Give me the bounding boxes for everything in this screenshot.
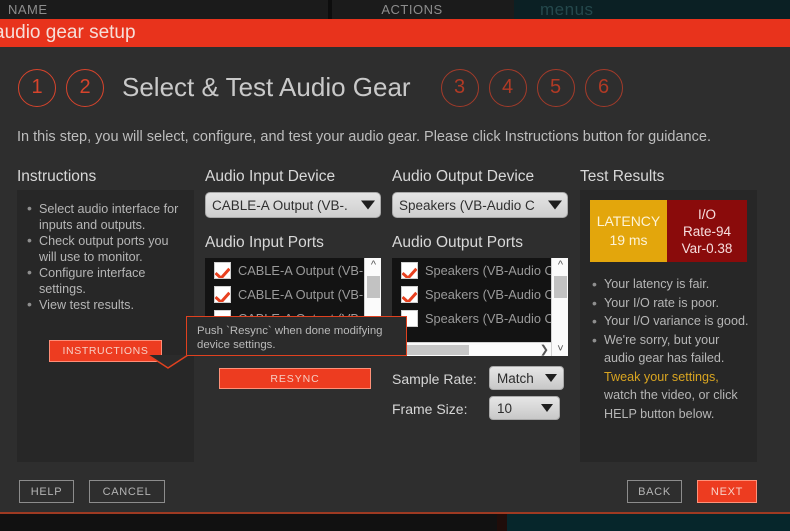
scroll-down-icon[interactable]: ˅: [552, 342, 568, 356]
scroll-up-icon[interactable]: ^: [365, 258, 381, 272]
instructions-heading: Instructions: [17, 168, 96, 186]
resync-button[interactable]: RESYNC: [219, 368, 371, 389]
footer-divider-2: [497, 514, 507, 531]
list-item: Your latency is fair.: [590, 275, 750, 294]
instructions-button[interactable]: INSTRUCTIONS: [49, 340, 162, 362]
list-item[interactable]: CABLE-A Output (VB-: [205, 282, 381, 306]
audio-output-device-value: Speakers (VB-Audio C: [399, 198, 535, 213]
port-label: Speakers (VB-Audio C: [425, 287, 554, 302]
help-button[interactable]: HELP: [19, 480, 74, 503]
back-button[interactable]: BACK: [627, 480, 682, 503]
test-results-list: Your latency is fair. Your I/O rate is p…: [590, 275, 750, 423]
step-circle-3[interactable]: 3: [441, 69, 479, 107]
scrollbar-thumb[interactable]: [397, 345, 469, 355]
audio-gear-setup-window: NAME ACTIONS menus audio gear setup 1 2 …: [0, 0, 790, 531]
list-item: Check output ports you will use to monit…: [25, 234, 184, 265]
checkbox-checked-icon[interactable]: [214, 286, 231, 303]
audio-input-device-select[interactable]: CABLE-A Output (VB-.: [205, 192, 381, 218]
window-title-bar: audio gear setup: [0, 19, 790, 47]
scroll-up-icon[interactable]: ^: [552, 258, 568, 272]
output-ports-horizontal-scrollbar[interactable]: ❯: [392, 342, 551, 356]
test-result-badges: LATENCY 19 ms I/O Rate-94 Var-0.38: [590, 200, 747, 262]
frame-size-select[interactable]: 10: [489, 396, 560, 420]
next-button[interactable]: NEXT: [697, 480, 757, 503]
audio-output-device-label: Audio Output Device: [392, 168, 534, 186]
scroll-right-icon[interactable]: ❯: [540, 343, 549, 356]
io-badge: I/O Rate-94 Var-0.38: [667, 200, 747, 262]
header-column-actions: ACTIONS: [332, 0, 492, 19]
checkbox-checked-icon[interactable]: [214, 262, 231, 279]
output-ports-vertical-scrollbar[interactable]: ^ ˅: [551, 258, 568, 356]
step-circle-4[interactable]: 4: [489, 69, 527, 107]
step-circle-2[interactable]: 2: [66, 69, 104, 107]
scrollbar-thumb[interactable]: [367, 276, 380, 298]
io-rate: Rate-94: [683, 223, 731, 240]
list-item: View test results.: [25, 298, 184, 314]
sample-rate-select[interactable]: Match: [489, 366, 564, 390]
audio-output-ports-label: Audio Output Ports: [392, 234, 523, 252]
frame-size-value: 10: [497, 401, 512, 416]
page-title: Select & Test Audio Gear: [122, 72, 411, 103]
chevron-down-icon: [548, 201, 562, 210]
audio-input-device-label: Audio Input Device: [205, 168, 335, 186]
window-header-bar: NAME ACTIONS menus: [0, 0, 790, 19]
failure-text-post: watch the video, or click HELP button be…: [604, 388, 738, 421]
port-label: Speakers (VB-Audio C: [425, 311, 554, 326]
tooltip-pointer-icon: [148, 355, 188, 369]
io-variance: Var-0.38: [682, 240, 733, 257]
latency-title: LATENCY: [597, 212, 661, 231]
failure-text-pre: We're sorry, but your audio gear has fai…: [604, 333, 724, 366]
latency-value: 19 ms: [609, 231, 647, 250]
test-results-heading: Test Results: [580, 168, 664, 186]
window-footer-bar: [0, 514, 790, 531]
header-column-name: NAME: [0, 0, 328, 19]
io-title: I/O: [698, 206, 716, 223]
audio-output-ports-list[interactable]: Speakers (VB-Audio C Speakers (VB-Audio …: [392, 258, 568, 356]
port-label: CABLE-A Output (VB-: [238, 287, 363, 302]
list-item: Your I/O rate is poor.: [590, 294, 750, 313]
sample-rate-value: Match: [497, 371, 534, 386]
instructions-list: Select audio interface for inputs and ou…: [17, 190, 194, 314]
window-title: audio gear setup: [0, 22, 136, 44]
step-circle-1[interactable]: 1: [18, 69, 56, 107]
audio-output-device-select[interactable]: Speakers (VB-Audio C: [392, 192, 568, 218]
cancel-button[interactable]: CANCEL: [89, 480, 165, 503]
header-divider-2: [492, 0, 514, 19]
failure-text-highlight: Tweak your settings,: [604, 370, 719, 384]
frame-size-label: Frame Size:: [392, 401, 467, 417]
chevron-down-icon: [361, 201, 375, 210]
port-label: CABLE-A Output (VB-: [238, 263, 363, 278]
list-item: Your I/O variance is good.: [590, 312, 750, 331]
audio-input-device-value: CABLE-A Output (VB-.: [212, 198, 348, 213]
checkbox-checked-icon[interactable]: [401, 262, 418, 279]
step-circle-6[interactable]: 6: [585, 69, 623, 107]
step-circle-5[interactable]: 5: [537, 69, 575, 107]
footer-left-region: [0, 514, 497, 531]
chevron-down-icon: [545, 374, 557, 382]
sample-rate-label: Sample Rate:: [392, 371, 477, 387]
footer-right-region: [507, 514, 790, 531]
resync-tooltip-text: Push `Resync` when done modifying device…: [187, 317, 406, 352]
list-item[interactable]: Speakers (VB-Audio C: [392, 306, 568, 330]
latency-badge: LATENCY 19 ms: [590, 200, 667, 262]
list-item[interactable]: Speakers (VB-Audio C: [392, 282, 568, 306]
checkbox-checked-icon[interactable]: [401, 286, 418, 303]
list-item: Select audio interface for inputs and ou…: [25, 202, 184, 233]
list-item[interactable]: Speakers (VB-Audio C: [392, 258, 568, 282]
list-item[interactable]: CABLE-A Output (VB-: [205, 258, 381, 282]
list-item-failure: We're sorry, but your audio gear has fai…: [590, 331, 750, 424]
audio-input-ports-label: Audio Input Ports: [205, 234, 324, 252]
step-indicator-bar: 1 2 Select & Test Audio Gear 3 4 5 6: [0, 60, 790, 115]
port-label: Speakers (VB-Audio C: [425, 263, 554, 278]
resync-tooltip: Push `Resync` when done modifying device…: [186, 316, 407, 356]
page-subtitle: In this step, you will select, configure…: [17, 129, 777, 145]
list-item: Configure interface settings.: [25, 266, 184, 297]
chevron-down-icon: [541, 404, 553, 412]
header-column-menus: menus: [514, 0, 790, 19]
scrollbar-thumb[interactable]: [554, 276, 567, 298]
instructions-panel: Select audio interface for inputs and ou…: [17, 190, 194, 462]
